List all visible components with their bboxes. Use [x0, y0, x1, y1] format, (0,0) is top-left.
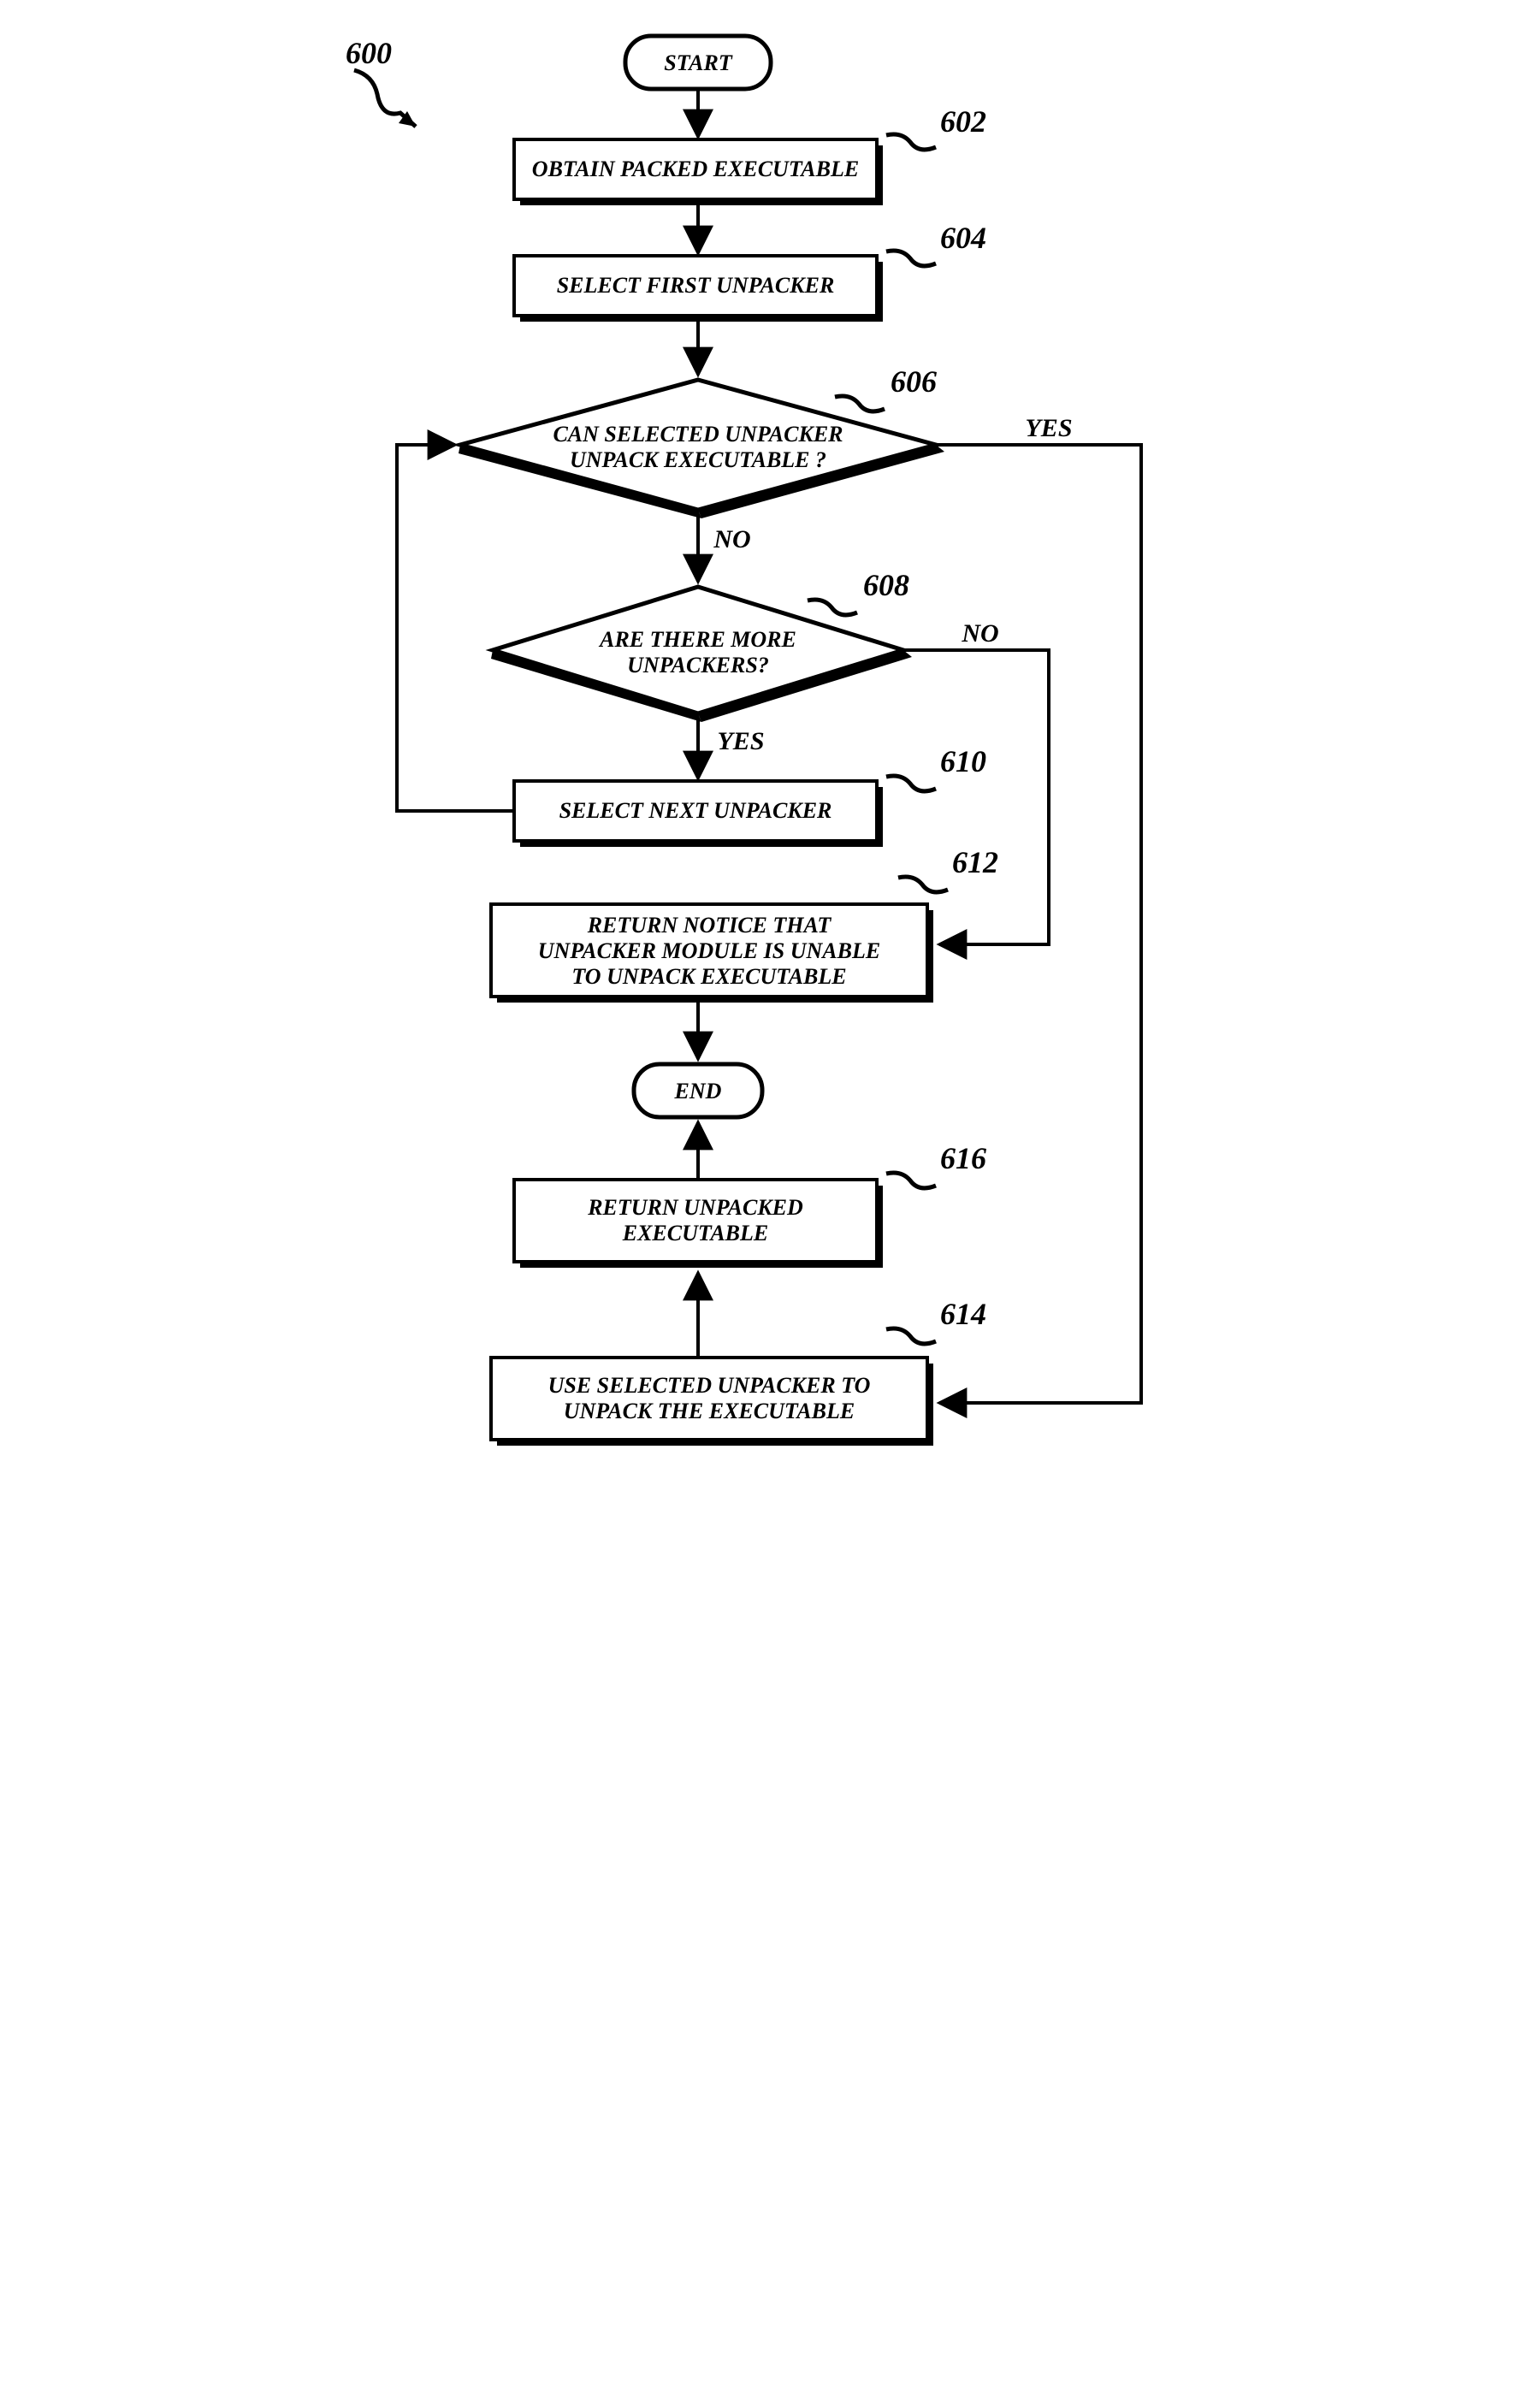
svg-text:NO: NO — [961, 619, 998, 648]
ref-604: 604 — [886, 221, 986, 266]
node-612-line3: TO UNPACK EXECUTABLE — [571, 964, 846, 989]
ref-602: 602 — [886, 104, 986, 150]
start-node: START — [625, 36, 771, 89]
figure-ref-600: 600 — [346, 36, 416, 127]
node-602-label: OBTAIN PACKED EXECUTABLE — [531, 157, 858, 181]
svg-text:602: 602 — [940, 104, 986, 139]
node-614: USE SELECTED UNPACKER TO UNPACK THE EXEC… — [491, 1358, 933, 1446]
node-606-line1: CAN SELECTED UNPACKER — [553, 422, 843, 447]
ref-600-label: 600 — [346, 36, 392, 70]
node-608: ARE THERE MORE UNPACKERS? — [491, 587, 912, 722]
svg-text:608: 608 — [863, 568, 909, 602]
node-608-line2: UNPACKERS? — [627, 653, 769, 677]
end-node: END — [634, 1064, 762, 1117]
node-604-label: SELECT FIRST UNPACKER — [556, 273, 834, 298]
svg-text:NO: NO — [713, 525, 750, 553]
start-label: START — [664, 50, 733, 75]
node-610: SELECT NEXT UNPACKER — [514, 781, 883, 847]
node-606-line2: UNPACK EXECUTABLE ? — [569, 447, 826, 472]
svg-text:YES: YES — [1025, 414, 1072, 442]
edge-608-yes: YES — [698, 719, 765, 778]
node-614-line2: UNPACK THE EXECUTABLE — [563, 1399, 854, 1423]
node-612-line1: RETURN NOTICE THAT — [586, 913, 831, 938]
edge-606-no: NO — [698, 515, 751, 582]
edge-610-606 — [397, 445, 514, 811]
node-606: CAN SELECTED UNPACKER UNPACK EXECUTABLE … — [459, 380, 944, 518]
edge-606-yes: YES — [936, 414, 1141, 1403]
svg-text:604: 604 — [940, 221, 986, 255]
svg-text:YES: YES — [717, 727, 764, 755]
node-604: SELECT FIRST UNPACKER — [514, 256, 883, 322]
node-616-line2: EXECUTABLE — [621, 1221, 768, 1245]
ref-612: 612 — [898, 845, 998, 892]
svg-text:616: 616 — [940, 1141, 986, 1175]
ref-614: 614 — [886, 1297, 986, 1344]
ref-608: 608 — [808, 568, 909, 615]
svg-text:614: 614 — [940, 1297, 986, 1331]
node-616: RETURN UNPACKED EXECUTABLE — [514, 1180, 883, 1268]
ref-610: 610 — [886, 744, 986, 791]
svg-text:606: 606 — [891, 364, 937, 399]
ref-606: 606 — [835, 364, 937, 411]
ref-616: 616 — [886, 1141, 986, 1188]
node-616-line1: RETURN UNPACKED — [587, 1195, 803, 1220]
node-612-line2: UNPACKER MODULE IS UNABLE — [537, 938, 879, 963]
edge-608-no: NO — [903, 619, 1049, 944]
end-label: END — [673, 1079, 721, 1103]
node-602: OBTAIN PACKED EXECUTABLE — [514, 139, 883, 205]
svg-text:612: 612 — [952, 845, 998, 879]
flowchart-diagram: 600 START OBTAIN PACKED EXECUTABLE 602 S… — [305, 17, 1211, 1488]
node-612: RETURN NOTICE THAT UNPACKER MODULE IS UN… — [491, 904, 933, 1003]
node-614-line1: USE SELECTED UNPACKER TO — [547, 1373, 870, 1398]
node-608-line1: ARE THERE MORE — [598, 627, 796, 652]
node-610-label: SELECT NEXT UNPACKER — [559, 798, 831, 823]
svg-text:610: 610 — [940, 744, 986, 778]
